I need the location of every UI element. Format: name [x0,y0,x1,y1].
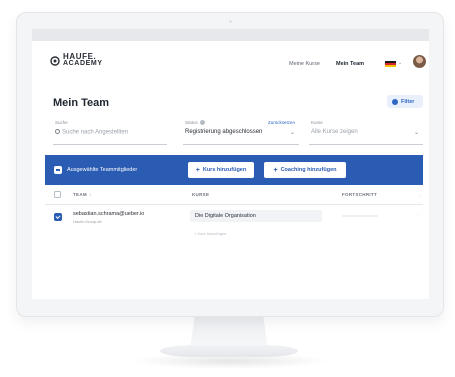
add-coaching-label: Coaching hinzufügen [280,167,337,173]
header-checkbox[interactable] [54,191,61,198]
page-title: Mein Team [53,97,110,109]
product-mockup: HAUFE. ACADEMY Meine Kurse Mein Team ⌄ M… [0,0,455,377]
app-screen: HAUFE. ACADEMY Meine Kurse Mein Team ⌄ M… [32,29,429,299]
german-flag-icon[interactable] [385,61,396,67]
filter-button[interactable]: Filter [387,95,423,108]
kurse-label: Kurse [311,120,323,125]
info-icon [199,120,205,125]
monitor-stand-base [160,345,298,357]
search-input[interactable]: Suche nach Angestellten [55,129,128,136]
chevron-down-icon[interactable]: ⌄ [398,60,402,66]
browser-bar [32,29,429,41]
filter-button-label: Filter [401,98,415,105]
camera-dot [229,20,232,23]
haufe-academy-logo[interactable]: HAUFE. ACADEMY [50,52,110,70]
add-coaching-button[interactable]: + Coaching hinzufügen [264,162,346,178]
sort-icon: ↓ [88,192,92,198]
member-company: Haufe-Group.de [73,219,102,224]
selection-action-bar: Ausgewählte Teammitglieder + Kurs hinzuf… [45,155,423,185]
status-field[interactable]: Status Zurücksetzen Registrierung abgesc… [183,119,299,145]
kurse-field[interactable]: Kurse Alle Kurse zeigen ⌄ [309,119,423,145]
logo-icon [50,56,60,66]
row-checkbox[interactable] [54,213,62,221]
add-course-label: Kurs hinzufügen [202,167,247,173]
more-icon[interactable]: ⋯ [416,212,421,218]
kurse-select-value: Alle Kurse zeigen [311,129,358,135]
logo-text-academy: ACADEMY [63,60,103,67]
selected-members-label: Ausgewählte Teammitglieder [67,167,138,173]
status-select-value: Registrierung abgeschlossen [185,129,263,135]
add-course-button[interactable]: + Kurs hinzufügen [188,162,254,178]
course-chip[interactable]: Die Digitale Organisation [190,210,322,222]
search-label: Suche [55,120,68,125]
chevron-down-icon: ⌄ [289,130,295,136]
filter-icon [392,98,398,105]
plus-icon: + [195,166,200,174]
search-icon [55,129,60,134]
plus-icon: + [273,166,278,174]
search-placeholder: Suche nach Angestellten [62,129,129,136]
nav-mein-team[interactable]: Mein Team [336,61,364,67]
column-header-kurse: KURSE [192,192,210,197]
chevron-down-icon: ⌄ [413,130,419,136]
nav-meine-kurse[interactable]: Meine Kurse [289,61,320,67]
member-email[interactable]: sebastian.schrama@ueber.io [73,211,144,217]
status-reset-link[interactable]: Zurücksetzen [268,120,295,125]
status-label: Status [185,120,205,125]
column-header-fortschritt: FORTSCHRITT [342,192,378,197]
table-divider [45,204,423,205]
search-field[interactable]: Suche Suche nach Angestellten [53,119,167,145]
row-add-course-link[interactable]: + Kurs hinzufügen [194,231,226,236]
select-all-checkbox[interactable] [54,166,62,174]
avatar[interactable] [413,55,426,68]
progress-bar [342,215,378,217]
column-header-truncated: … [418,192,423,197]
column-header-team[interactable]: TEAM ↓ [73,192,92,198]
